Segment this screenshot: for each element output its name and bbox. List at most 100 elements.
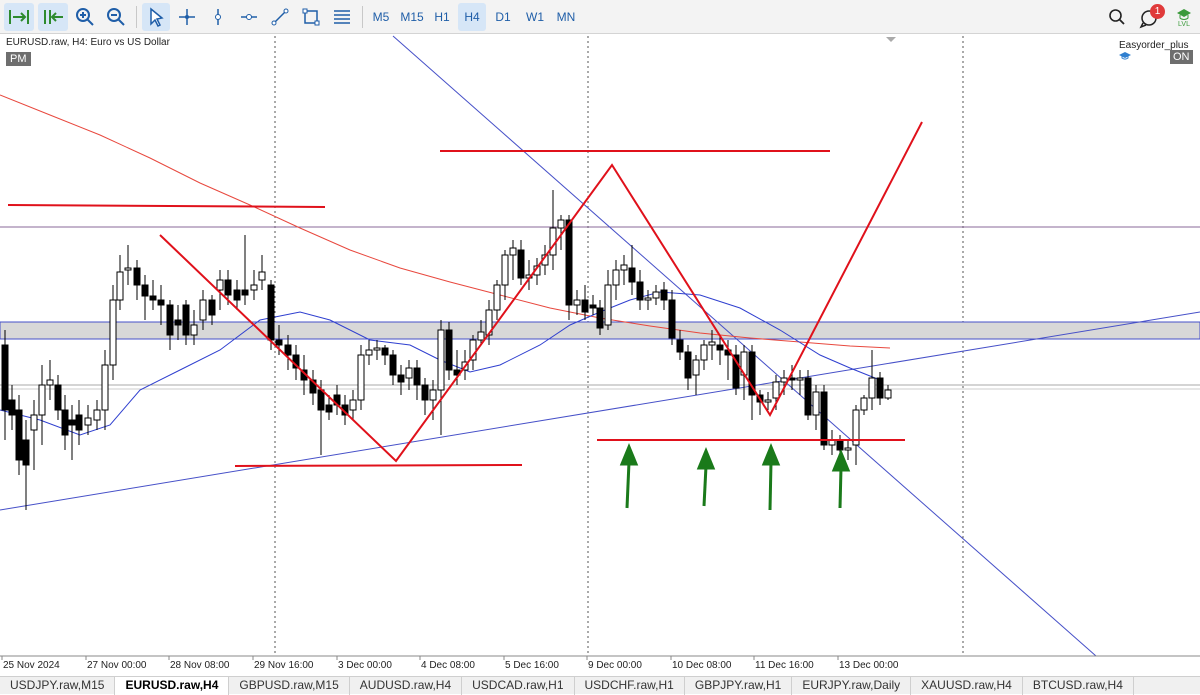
bullish-candle: [477, 331, 485, 341]
toolbar-separator: [362, 6, 363, 28]
bearish-candle: [421, 384, 429, 401]
tab-eurjpy-daily[interactable]: EURJPY.raw,Daily: [792, 677, 912, 695]
crosshair-button[interactable]: [174, 3, 200, 31]
vertical-line-button[interactable]: [205, 3, 231, 31]
zoom-in-icon: [76, 8, 94, 26]
bullish-candle: [109, 299, 117, 366]
bearish-candle: [565, 219, 573, 306]
bullish-candle: [860, 397, 868, 411]
search-button[interactable]: [1105, 3, 1129, 31]
bearish-candle: [836, 439, 844, 451]
fibonacci-button[interactable]: [329, 3, 355, 31]
auto-scroll-button[interactable]: [4, 3, 34, 31]
bearish-candle: [804, 377, 812, 416]
bullish-candle: [349, 399, 357, 411]
bullish-candle: [124, 267, 132, 271]
bearish-candle: [636, 281, 644, 301]
bullish-candle: [84, 417, 92, 426]
tab-eurusd-h4[interactable]: EURUSD.raw,H4: [115, 677, 230, 695]
pm-badge: PM: [6, 52, 31, 66]
bearish-candle: [75, 414, 83, 431]
bearish-candle: [581, 299, 589, 313]
bullish-candle: [46, 379, 54, 386]
x-axis-label: 29 Nov 16:00: [254, 660, 314, 671]
trendline-button[interactable]: [267, 3, 293, 31]
toolbar-separator: [136, 6, 137, 28]
cursor-button[interactable]: [142, 3, 170, 31]
chart-shift-button[interactable]: [38, 3, 68, 31]
tab-usdjpy-m15[interactable]: USDJPY.raw,M15: [0, 677, 116, 695]
bearish-candle: [668, 299, 676, 339]
x-axis-label: 3 Dec 00:00: [338, 660, 392, 671]
bearish-candle: [1, 344, 9, 411]
x-axis-label: 11 Dec 16:00: [755, 660, 814, 671]
tab-xauusd-h4[interactable]: XAUUSD.raw,H4: [911, 677, 1023, 695]
bearish-candle: [22, 439, 30, 466]
lvl-button[interactable]: LVL: [1172, 3, 1196, 31]
x-axis-label: 25 Nov 2024: [3, 660, 60, 671]
bullish-candle: [216, 279, 224, 291]
vertical-line-icon: [215, 9, 221, 25]
chart-tabs: USDJPY.raw,M15 EURUSD.raw,H4 GBPUSD.raw,…: [0, 676, 1200, 695]
tab-gbpjpy-h1[interactable]: GBPJPY.raw,H1: [685, 677, 793, 695]
bullish-candle: [780, 377, 788, 383]
bullish-candle: [573, 299, 581, 306]
bullish-candle: [796, 377, 804, 381]
zoom-out-button[interactable]: [103, 3, 129, 31]
bullish-candle: [30, 414, 38, 431]
x-axis-label: 13 Dec 00:00: [839, 660, 899, 671]
timeframe-h1[interactable]: H1: [430, 3, 454, 31]
bullish-candle: [557, 219, 565, 229]
zoom-in-button[interactable]: [72, 3, 98, 31]
bearish-candle: [317, 389, 325, 411]
bullish-candle: [437, 329, 445, 391]
tab-gbpusd-m15[interactable]: GBPUSD.raw,M15: [229, 677, 350, 695]
bullish-candle: [812, 391, 820, 416]
notifications-button[interactable]: 1: [1136, 3, 1166, 31]
bearish-candle: [182, 304, 190, 336]
timeframe-h4[interactable]: H4: [458, 3, 486, 31]
expert-advisor-status[interactable]: ON: [1170, 50, 1193, 64]
bullish-candle: [868, 377, 876, 399]
bearish-candle: [676, 339, 684, 353]
bullish-candle: [38, 384, 46, 416]
tab-usdchf-h1[interactable]: USDCHF.raw,H1: [575, 677, 685, 695]
bearish-candle: [596, 307, 604, 329]
timeframe-m15[interactable]: M15: [396, 3, 428, 31]
tab-usdcad-h1[interactable]: USDCAD.raw,H1: [462, 677, 575, 695]
tab-btcusd-h4[interactable]: BTCUSD.raw,H4: [1023, 677, 1134, 695]
bearish-candle: [157, 299, 165, 306]
x-axis-label: 27 Nov 00:00: [87, 660, 147, 671]
bearish-candle: [716, 344, 724, 351]
bullish-candle: [644, 297, 652, 301]
bullish-candle: [199, 299, 207, 321]
timeframe-w1[interactable]: W1: [521, 3, 549, 31]
tab-audusd-h4[interactable]: AUDUSD.raw,H4: [350, 677, 463, 695]
rectangle-button[interactable]: [298, 3, 324, 31]
bullish-candle: [429, 389, 437, 401]
bullish-candle: [93, 409, 101, 421]
bottom-support-line: [234, 464, 523, 467]
search-icon: [1109, 9, 1125, 25]
x-axis-label: 10 Dec 08:00: [672, 660, 732, 671]
bearish-candle: [8, 399, 16, 416]
price-chart[interactable]: 25 Nov 2024 27 Nov 00:00 28 Nov 08:00 29 No…: [0, 34, 1200, 676]
bullish-candle: [116, 271, 124, 301]
bullish-candle: [101, 364, 109, 411]
bullish-candle: [708, 341, 716, 346]
timeframe-m5[interactable]: M5: [368, 3, 394, 31]
bearish-candle: [224, 279, 232, 296]
timeframe-d1[interactable]: D1: [490, 3, 516, 31]
bearish-candle: [54, 384, 62, 411]
horizontal-line-button[interactable]: [236, 3, 262, 31]
bullish-candle: [700, 344, 708, 361]
horizontal-line-icon: [241, 14, 257, 20]
timeframe-mn[interactable]: MN: [552, 3, 580, 31]
bearish-candle: [133, 267, 141, 286]
bearish-candle: [267, 284, 275, 341]
bearish-candle: [397, 374, 405, 383]
bearish-candle: [15, 409, 23, 461]
bearish-candle: [389, 354, 397, 376]
bullish-candle: [509, 247, 517, 256]
trendline-icon: [271, 8, 289, 26]
